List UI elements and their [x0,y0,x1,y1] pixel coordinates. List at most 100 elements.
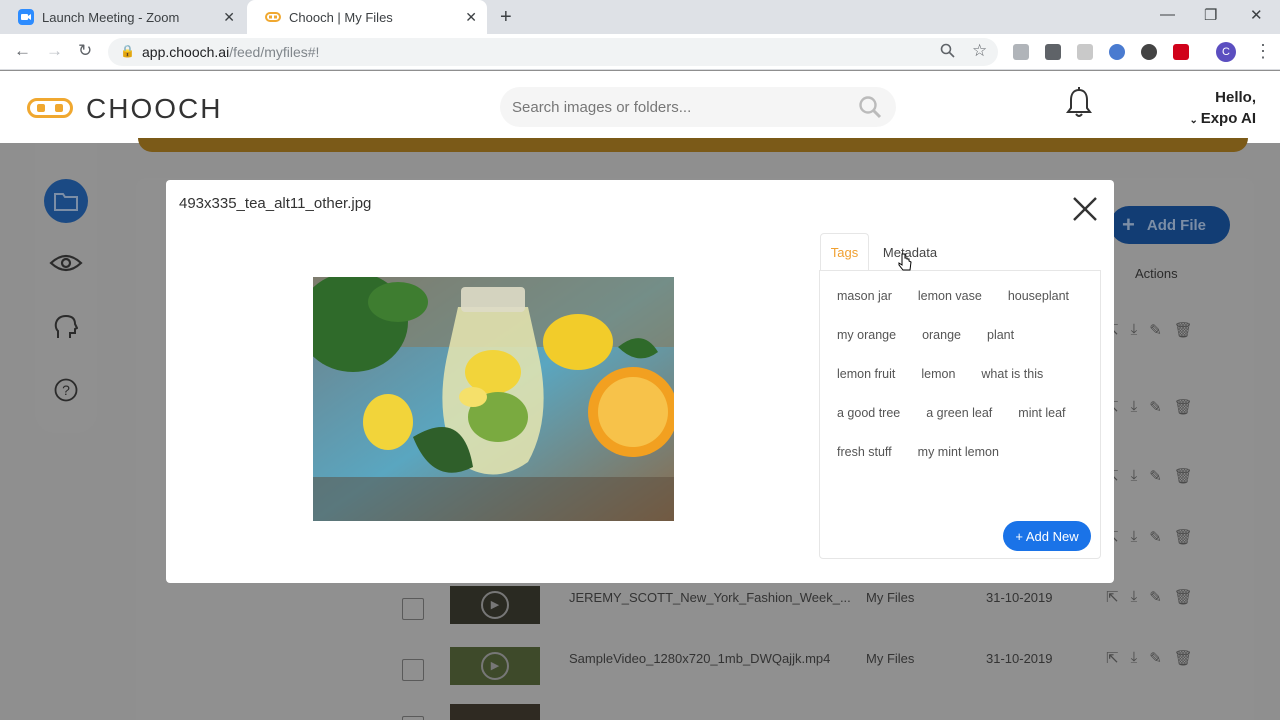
share-icon[interactable]: ⇱ [1106,588,1119,606]
play-icon: ▶ [481,591,509,619]
table-row[interactable]: ▶ JEREMY_SCOTT_New_York_Fashion_Week_...… [390,582,1250,638]
trash-icon[interactable]: 🗑 [1174,398,1193,416]
new-tab-icon[interactable]: + [500,6,512,29]
row-actions: ⇱ ⤓ ✎ 🗑 [1106,649,1193,667]
forward-icon[interactable]: → [46,41,63,61]
tag-chip[interactable]: mint leaf [1009,400,1075,426]
add-new-tag-button[interactable]: + Add New [1003,521,1091,551]
svg-text:?: ? [62,382,70,398]
search-icon[interactable] [858,95,882,124]
share-icon[interactable]: ⇱ [1106,649,1119,667]
banner-strip [138,138,1248,152]
video-thumbnail[interactable]: ▶ [450,647,540,685]
restore-icon[interactable]: ❐ [1204,6,1217,24]
tag-chip[interactable]: plant [978,322,1024,348]
app-header: CHOOCH Hello, ⌄ Expo AI [0,71,1280,143]
trash-icon[interactable]: 🗑 [1174,467,1193,485]
extension-icon[interactable] [1045,44,1061,60]
download-icon[interactable]: ⤓ [1131,398,1138,416]
download-icon[interactable]: ⤓ [1131,467,1138,485]
user-greeting[interactable]: Hello, ⌄ Expo AI [1190,87,1256,131]
pdf-extension-icon[interactable] [1077,44,1093,60]
trash-icon[interactable]: 🗑 [1174,321,1193,339]
add-file-button[interactable]: + Add File [1110,206,1230,244]
address-bar[interactable]: 🔒 app.chooch.ai/feed/myfiles#! ☆ [108,38,998,66]
greeting-text: Hello, [1215,89,1256,106]
folder-icon[interactable] [44,179,88,223]
tag-chip[interactable]: fresh stuff [828,439,901,465]
zoom-search-icon[interactable] [940,43,955,62]
minimize-icon[interactable]: — [1160,6,1175,23]
download-icon[interactable]: ⤓ [1131,588,1138,606]
tag-chip[interactable]: a good tree [828,400,910,426]
tag-chip[interactable]: lemon vase [908,283,991,309]
search-box [500,87,896,127]
download-icon[interactable]: ⤓ [1131,649,1138,667]
close-window-icon[interactable]: ✕ [1250,6,1263,24]
brain-head-icon[interactable] [44,305,88,349]
edit-icon[interactable]: ✎ [1149,528,1162,546]
extension-icon[interactable] [1173,44,1189,60]
tag-chip[interactable]: lemon [912,361,965,387]
download-icon[interactable]: ⤓ [1131,528,1138,546]
close-icon[interactable] [1072,196,1098,222]
browser-tab-zoom[interactable]: Launch Meeting - Zoom ✕ [0,0,245,34]
chooch-icon [265,9,281,25]
browser-tab-chooch[interactable]: Chooch | My Files ✕ [247,0,487,34]
table-row[interactable]: ▶ SampleVideo_1280x720_1mb_DWQajjk.mp4 M… [390,643,1250,699]
close-tab-icon[interactable]: ✕ [465,9,477,26]
browser-tab-title: Launch Meeting - Zoom [42,9,180,25]
profile-avatar[interactable]: C [1216,42,1236,62]
preview-image [298,272,678,521]
tag-chip[interactable]: my orange [828,322,906,348]
tag-chip[interactable]: lemon fruit [828,361,905,387]
search-input[interactable] [512,95,842,119]
chooch-logo-icon [27,98,73,118]
file-name[interactable]: SampleVideo_1280x720_1mb_DWQajjk.mp4 [569,651,830,666]
extension-icon[interactable] [1013,44,1029,60]
browser-tab-title: Chooch | My Files [289,9,393,25]
tag-chip[interactable]: orange [913,322,970,348]
edit-icon[interactable]: ✎ [1149,649,1162,667]
mouse-pointer-icon [898,253,912,276]
row-checkbox[interactable] [402,659,424,681]
eye-icon[interactable] [44,241,88,285]
trash-icon[interactable]: 🗑 [1174,649,1193,667]
row-checkbox[interactable] [402,598,424,620]
row-actions: ⇱⤓✎🗑 [1106,528,1193,546]
row-actions: ⇱⤓✎🗑 [1106,467,1193,485]
bookmark-star-icon[interactable]: ☆ [972,41,987,61]
edit-icon[interactable]: ✎ [1149,588,1162,606]
row-checkbox[interactable] [402,716,424,720]
extension-icon[interactable] [1109,44,1125,60]
file-date: 31-10-2019 [986,651,1053,666]
extension-icon[interactable] [1141,44,1157,60]
bell-icon[interactable] [1066,87,1092,124]
edit-icon[interactable]: ✎ [1149,467,1162,485]
tab-tags[interactable]: Tags [820,233,869,271]
chevron-down-icon: ⌄ [1189,115,1201,126]
video-thumbnail[interactable] [450,704,540,720]
trash-icon[interactable]: 🗑 [1174,528,1193,546]
tag-chip[interactable]: my mint lemon [908,439,1008,465]
video-thumbnail[interactable]: ▶ [450,586,540,624]
browser-menu-icon[interactable]: ⋮ [1254,41,1272,62]
tag-chip[interactable]: houseplant [998,283,1078,309]
download-icon[interactable]: ⤓ [1131,321,1138,339]
close-tab-icon[interactable]: ✕ [223,9,235,26]
edit-icon[interactable]: ✎ [1149,321,1162,339]
tag-chip[interactable]: what is this [972,361,1053,387]
browser-toolbar: ← → ↻ 🔒 app.chooch.ai/feed/myfiles#! ☆ C… [0,34,1280,70]
play-icon: ▶ [481,652,509,680]
back-icon[interactable]: ← [14,41,31,61]
tag-chip[interactable]: a green leaf [917,400,1002,426]
tag-chip[interactable]: mason jar [828,283,901,309]
tags-panel: mason jar lemon vase houseplant my orang… [819,270,1101,559]
help-icon[interactable]: ? [44,368,88,412]
trash-icon[interactable]: 🗑 [1174,588,1193,606]
table-row[interactable] [390,700,1250,720]
edit-icon[interactable]: ✎ [1149,398,1162,416]
reload-icon[interactable]: ↻ [78,41,92,61]
file-name[interactable]: JEREMY_SCOTT_New_York_Fashion_Week_... [569,590,851,605]
file-preview-modal: 493x335_tea_alt11_other.jpg Tags Metadat… [166,180,1114,583]
